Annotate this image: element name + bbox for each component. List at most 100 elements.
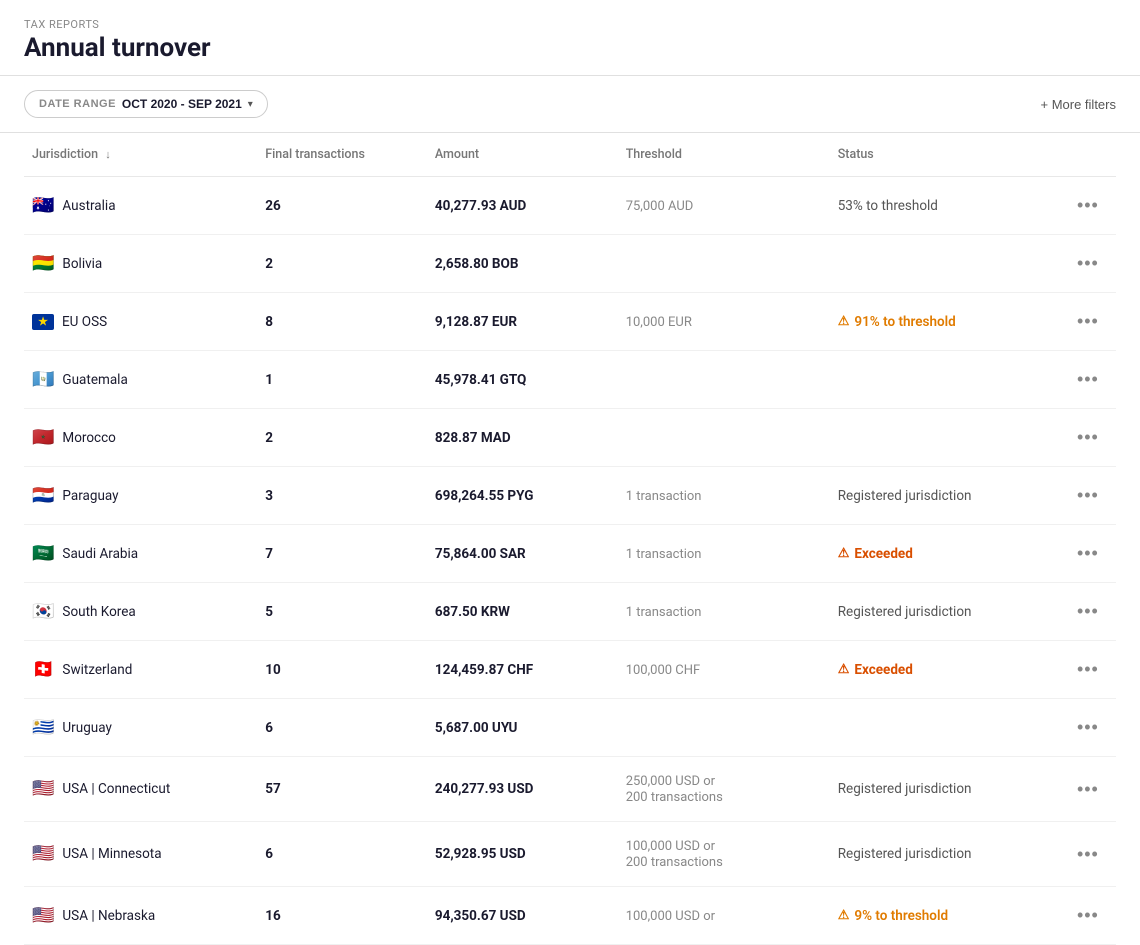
jurisdiction-cell: 🇺🇸USA | Minnesota <box>24 822 257 887</box>
col-jurisdiction: Jurisdiction ↓ <box>24 133 257 177</box>
transactions-cell: 2 <box>257 235 427 293</box>
threshold-cell: 75,000 AUD <box>618 177 830 235</box>
transactions-value: 2 <box>265 256 273 272</box>
row-actions-button[interactable]: ••• <box>1071 777 1105 802</box>
table-row: 🇺🇸USA | Nebraska1694,350.67 USD100,000 U… <box>24 887 1116 945</box>
threshold-cell: 100,000 USD or 200 transactions <box>618 822 830 887</box>
actions-cell: ••• <box>1063 351 1116 409</box>
date-range-value: OCT 2020 - SEP 2021 <box>122 97 242 111</box>
status-cell: Registered jurisdiction <box>830 822 1063 887</box>
sort-icon[interactable]: ↓ <box>105 148 111 161</box>
threshold-value: 100,000 USD or 200 transactions <box>626 839 723 870</box>
row-actions-button[interactable]: ••• <box>1071 657 1105 682</box>
page: TAX REPORTS Annual turnover DATE RANGE O… <box>0 0 1140 945</box>
amount-value: 40,277.93 AUD <box>435 198 526 214</box>
transactions-value: 2 <box>265 430 273 446</box>
transactions-cell: 5 <box>257 583 427 641</box>
transactions-cell: 2 <box>257 409 427 467</box>
status-text: Registered jurisdiction <box>838 781 972 797</box>
transactions-cell: 10 <box>257 641 427 699</box>
more-filters-button[interactable]: + More filters <box>1041 97 1117 112</box>
row-actions-button[interactable]: ••• <box>1071 483 1105 508</box>
row-actions-button[interactable]: ••• <box>1071 367 1105 392</box>
annual-turnover-table: Jurisdiction ↓ Final transactions Amount… <box>24 133 1116 945</box>
status-cell: ⚠Exceeded <box>830 641 1063 699</box>
row-actions-button[interactable]: ••• <box>1071 903 1105 928</box>
threshold-cell <box>618 235 830 293</box>
row-actions-button[interactable]: ••• <box>1071 541 1105 566</box>
status-text: 9% to threshold <box>854 908 948 924</box>
table-row: 🇦🇺Australia26 40,277.93 AUD 75,000 AUD 53% … <box>24 177 1116 235</box>
amount-cell: 698,264.55 PYG <box>427 467 618 525</box>
row-actions-button[interactable]: ••• <box>1071 193 1105 218</box>
transactions-value: 16 <box>265 908 281 924</box>
amount-value: 2,658.80 BOB <box>435 256 519 272</box>
col-jurisdiction-label: Jurisdiction <box>32 147 98 162</box>
warning-icon: ⚠ <box>838 662 850 677</box>
jurisdiction-name: South Korea <box>62 604 135 620</box>
row-actions-button[interactable]: ••• <box>1071 251 1105 276</box>
country-flag-icon: 🇲🇦 <box>32 429 54 447</box>
row-actions-button[interactable]: ••• <box>1071 309 1105 334</box>
status-text: Registered jurisdiction <box>838 604 972 620</box>
transactions-cell: 26 <box>257 177 427 235</box>
actions-cell: ••• <box>1063 409 1116 467</box>
eu-flag-icon: ★ <box>32 314 54 330</box>
status-cell <box>830 409 1063 467</box>
col-transactions-label: Final transactions <box>265 147 365 162</box>
threshold-value: 75,000 AUD <box>626 199 694 214</box>
table-row: 🇧🇴Bolivia 2 2,658.80 BOB ••• <box>24 235 1116 293</box>
status-cell <box>830 699 1063 757</box>
filter-bar: DATE RANGE OCT 2020 - SEP 2021 ▾ + More … <box>0 76 1140 133</box>
row-actions-button[interactable]: ••• <box>1071 715 1105 740</box>
status-cell <box>830 351 1063 409</box>
table-row: 🇺🇸USA | Connecticut57240,277.93 USD250,0… <box>24 757 1116 822</box>
status-cell: Registered jurisdiction <box>830 467 1063 525</box>
status-badge: ⚠91% to threshold <box>838 314 1055 330</box>
transactions-cell: 3 <box>257 467 427 525</box>
transactions-value: 8 <box>265 314 273 330</box>
row-actions-button[interactable]: ••• <box>1071 425 1105 450</box>
amount-cell: 52,928.95 USD <box>427 822 618 887</box>
status-cell: 53% to threshold <box>830 177 1063 235</box>
jurisdiction-cell: 🇦🇺Australia <box>24 177 257 235</box>
date-range-button[interactable]: DATE RANGE OCT 2020 - SEP 2021 ▾ <box>24 90 268 118</box>
table-row: 🇨🇭Switzerland10124,459.87 CHF100,000 CHF… <box>24 641 1116 699</box>
transactions-cell: 1 <box>257 351 427 409</box>
amount-value: 240,277.93 USD <box>435 781 534 797</box>
col-status-label: Status <box>838 147 874 162</box>
row-actions-button[interactable]: ••• <box>1071 599 1105 624</box>
col-threshold: Threshold <box>618 133 830 177</box>
jurisdiction-cell: 🇰🇷 South Korea <box>24 583 257 641</box>
chevron-down-icon: ▾ <box>248 99 253 110</box>
col-transactions: Final transactions <box>257 133 427 177</box>
amount-cell: 240,277.93 USD <box>427 757 618 822</box>
jurisdiction-name: USA | Connecticut <box>62 781 170 797</box>
jurisdiction-cell: 🇨🇭Switzerland <box>24 641 257 699</box>
date-range-label: DATE RANGE <box>39 98 116 110</box>
jurisdiction-cell: 🇺🇾Uruguay <box>24 699 257 757</box>
country-flag-icon: 🇧🇴 <box>32 255 54 273</box>
amount-cell: 94,350.67 USD <box>427 887 618 945</box>
country-flag-icon: 🇰🇷 <box>32 603 54 621</box>
amount-cell: 9,128.87 EUR <box>427 293 618 351</box>
jurisdiction-name: Saudi Arabia <box>62 546 138 562</box>
table-row: 🇵🇾Paraguay3698,264.55 PYG1 transactionRe… <box>24 467 1116 525</box>
status-text: 53% to threshold <box>838 198 938 214</box>
jurisdiction-cell: 🇵🇾Paraguay <box>24 467 257 525</box>
jurisdiction-name: Paraguay <box>62 488 118 504</box>
col-threshold-label: Threshold <box>626 147 682 162</box>
threshold-cell <box>618 409 830 467</box>
amount-value: 45,978.41 GTQ <box>435 372 527 388</box>
status-cell: Registered jurisdiction <box>830 583 1063 641</box>
jurisdiction-cell: 🇧🇴Bolivia <box>24 235 257 293</box>
country-flag-icon: 🇺🇸 <box>32 780 54 798</box>
row-actions-button[interactable]: ••• <box>1071 842 1105 867</box>
jurisdiction-cell: ★EU OSS <box>24 293 257 351</box>
col-status: Status <box>830 133 1063 177</box>
col-actions <box>1063 133 1116 177</box>
col-amount: Amount <box>427 133 618 177</box>
actions-cell: ••• <box>1063 757 1116 822</box>
amount-value: 124,459.87 CHF <box>435 662 533 678</box>
warning-icon: ⚠ <box>838 314 850 329</box>
